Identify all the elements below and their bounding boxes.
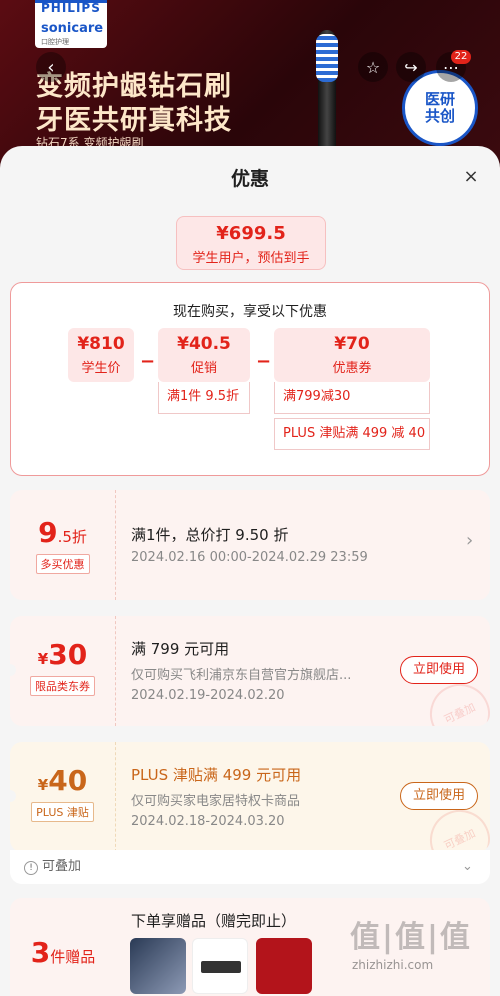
gift-image-2[interactable] [192, 938, 248, 994]
brand-logo: PHILIPS sonicare 口腔护理 [35, 0, 107, 48]
seal-line-1: 医研 [424, 90, 455, 108]
gift-title: 下单享赠品（赠完即止） [131, 912, 297, 930]
currency-symbol: ¥ [37, 776, 49, 794]
currency-symbol: ¥ [37, 650, 49, 668]
gift-number: 3 [30, 936, 51, 969]
watermark-logo: 值|值|值 [350, 920, 472, 955]
banner-headline-2: 牙医共研真科技 [36, 105, 232, 136]
base-price-label: 学生价 [81, 361, 121, 376]
chevron-right-icon: › [466, 530, 474, 551]
stackable-row[interactable]: ! 可叠加 ⌄ [10, 850, 490, 884]
coupon-number: 30 [48, 638, 88, 671]
coupon-amount: ¥30 [10, 638, 115, 671]
coupon-desc: 仅可购买飞利浦京东自营官方旗舰店... [131, 668, 352, 683]
coupon-note-2: PLUS 津贴满 499 减 40 [274, 418, 430, 450]
star-icon: ☆ [365, 57, 381, 77]
chevron-down-icon: ⌄ [462, 859, 473, 874]
discount-value-area: 9.5折 多买优惠 [10, 490, 116, 600]
brand-name: PHILIPS [41, 1, 101, 15]
coupon-label: 优惠券 [332, 361, 372, 376]
plus-title: PLUS 津贴满 499 元可用 [131, 766, 302, 784]
use-plus-button[interactable]: 立即使用 [400, 782, 478, 810]
favorite-button[interactable]: ☆ [358, 52, 388, 82]
multibuy-discount-card[interactable]: 9.5折 多买优惠 满1件，总价打 9.50 折 2024.02.16 00:0… [10, 490, 490, 600]
share-button[interactable]: ↪ [396, 52, 426, 82]
plus-value-area: ¥40 PLUS 津贴 [10, 742, 116, 852]
discount-value: 9.5折 [10, 516, 115, 549]
base-price: ¥810 [77, 334, 125, 354]
discount-title: 满1件，总价打 9.50 折 [131, 526, 289, 544]
coupon-note-1: 满799减30 [274, 382, 430, 414]
plus-amount: ¥40 [10, 764, 115, 797]
discount-sheet: 优惠 × ¥699.5 学生用户，预估到手 现在购买，享受以下优惠 ¥810 学… [0, 146, 500, 996]
cart-count-badge: 22 [451, 50, 471, 64]
coupon-date: 2024.02.19-2024.02.20 [131, 688, 285, 703]
gift-unit: 件赠品 [50, 948, 96, 966]
gift-image-3[interactable] [256, 938, 312, 994]
plus-date: 2024.02.18-2024.03.20 [131, 814, 285, 829]
info-icon: ! [24, 861, 38, 875]
discount-suffix: .5折 [57, 528, 87, 546]
share-icon: ↪ [404, 57, 418, 77]
toothbrush-head [316, 34, 338, 82]
close-button[interactable]: × [460, 166, 482, 188]
base-price-box: ¥810 学生价 [68, 328, 134, 382]
gift-image-1[interactable] [130, 938, 186, 994]
minus-sign: − [256, 351, 272, 372]
plus-coupon-card-40: ¥40 PLUS 津贴 PLUS 津贴满 499 元可用 仅可购买家电家居特权卡… [10, 742, 490, 852]
coupon-card-30: ¥30 限品类东券 满 799 元可用 仅可购买飞利浦京东自营官方旗舰店... … [10, 616, 490, 726]
estimated-price-label: 学生用户，预估到手 [192, 251, 310, 266]
breakdown-title: 现在购买，享受以下优惠 [173, 304, 327, 320]
coupon-value-area: ¥30 限品类东券 [10, 616, 116, 726]
sheet-title: 优惠 [230, 168, 269, 190]
use-coupon-button[interactable]: 立即使用 [400, 656, 478, 684]
back-button[interactable]: ‹ [36, 52, 66, 82]
gift-count-area: 3件赠品 [10, 898, 116, 996]
minus-sign: − [140, 351, 156, 372]
discount-tag: 多买优惠 [35, 554, 90, 574]
promo-note: 满1件 9.5折 [158, 382, 250, 414]
stackable-label: 可叠加 [42, 859, 82, 874]
seal-line-2: 共创 [424, 107, 455, 125]
promo-value: ¥40.5 [177, 334, 231, 354]
brand-sub: sonicare [41, 21, 104, 36]
gift-count: 3件赠品 [10, 936, 116, 969]
promo-label: 促销 [190, 361, 217, 376]
product-banner: PHILIPS sonicare 口腔护理 变频护龈钻石刷 牙医共研真科技 钻石… [0, 0, 500, 170]
estimated-price: ¥699.5 [216, 223, 286, 244]
coupon-tag: 限品类东券 [30, 676, 95, 696]
close-icon: × [463, 166, 479, 187]
gift-product-shape [201, 961, 241, 973]
watermark-url: zhizhizhi.com [352, 958, 434, 972]
plus-number: 40 [48, 764, 88, 797]
brand-caption: 口腔护理 [41, 38, 69, 46]
estimated-price-box: ¥699.5 学生用户，预估到手 [176, 216, 326, 270]
coupon-box: ¥70 优惠券 [274, 328, 430, 382]
discount-number: 9 [38, 516, 58, 549]
plus-tag: PLUS 津贴 [31, 802, 94, 822]
discount-date: 2024.02.16 00:00-2024.02.29 23:59 [131, 550, 368, 565]
promo-box: ¥40.5 促销 [158, 328, 250, 382]
plus-desc: 仅可购买家电家居特权卡商品 [131, 794, 301, 809]
coupon-value: ¥70 [334, 334, 370, 354]
coupon-title: 满 799 元可用 [131, 640, 230, 658]
chevron-left-icon: ‹ [47, 56, 55, 78]
